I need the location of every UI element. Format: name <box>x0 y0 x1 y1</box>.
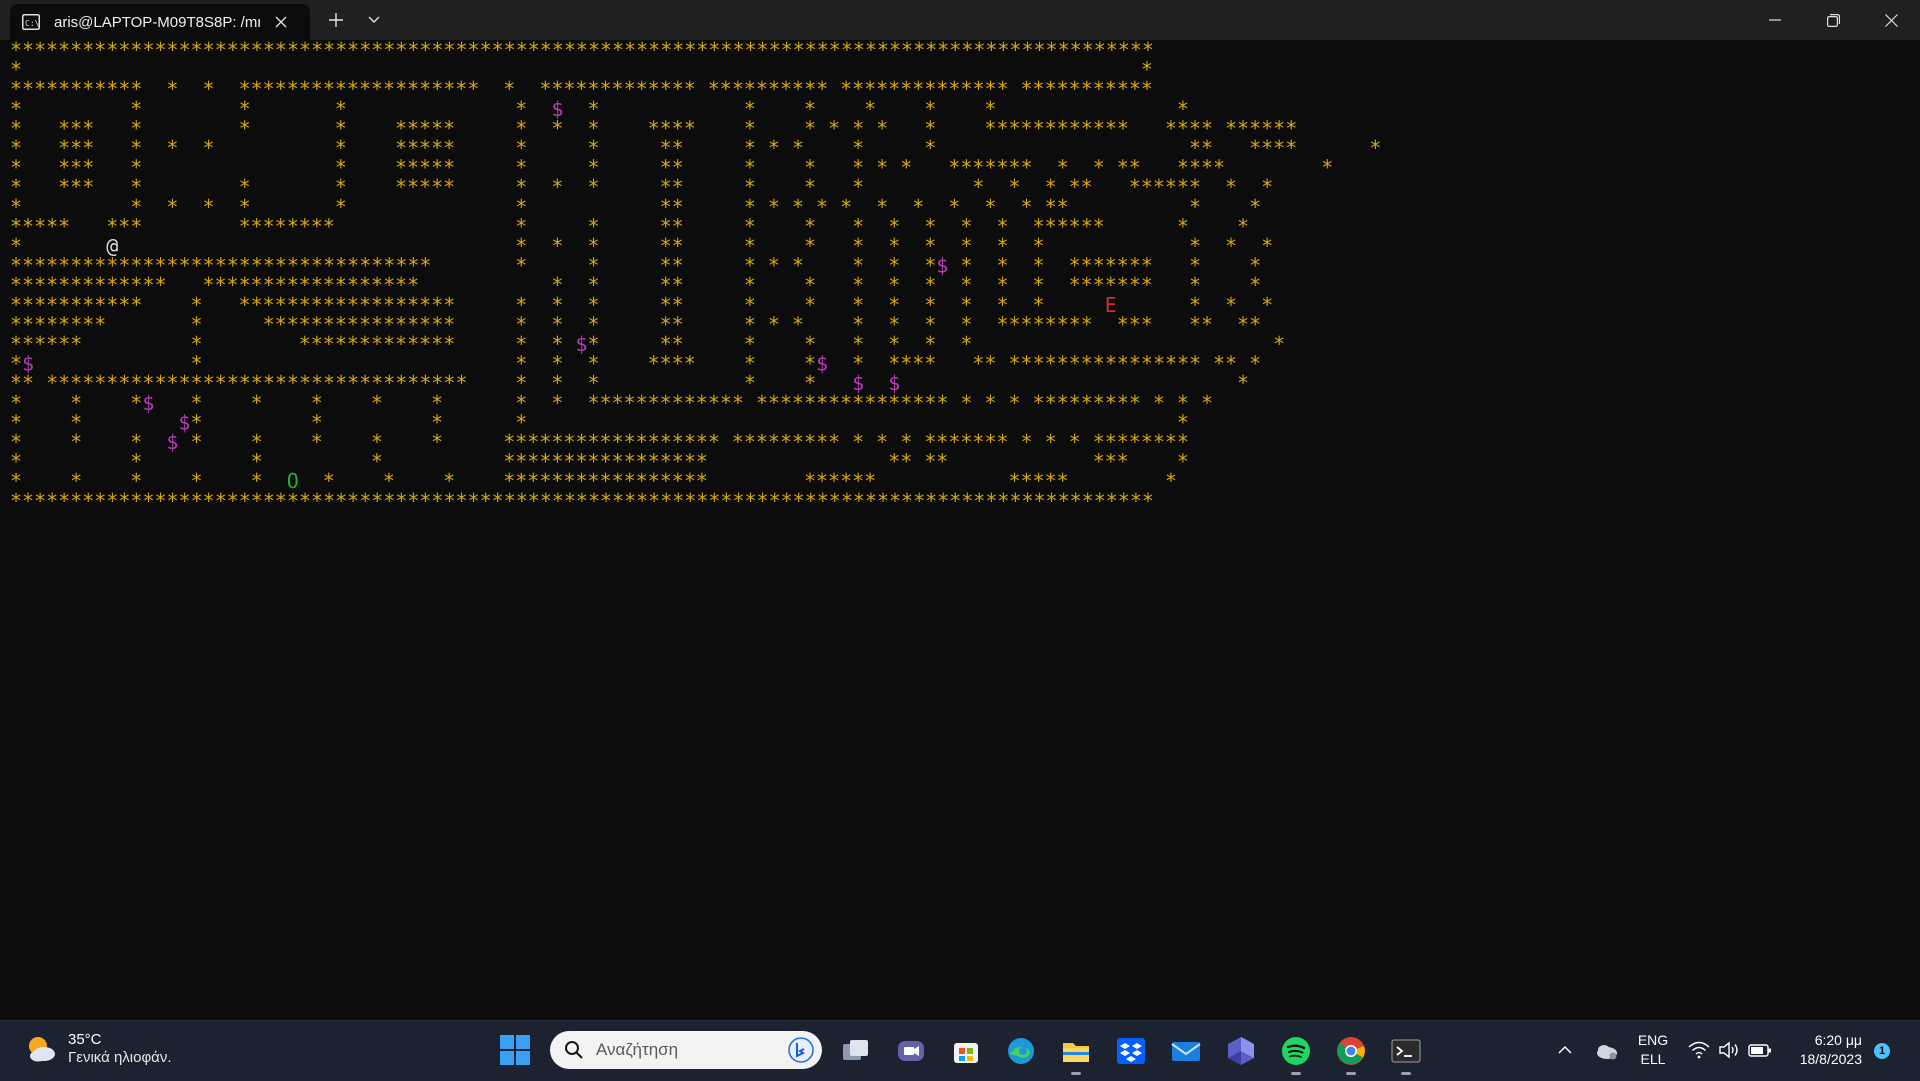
close-window-button[interactable] <box>1862 0 1920 40</box>
windows-start-icon[interactable] <box>500 1035 530 1065</box>
running-indicator <box>1401 1072 1411 1075</box>
notification-badge[interactable]: 1 <box>1874 1043 1890 1059</box>
onedrive-icon[interactable] <box>1594 1041 1620 1061</box>
running-indicator <box>1291 1072 1301 1075</box>
edge-browser-icon[interactable] <box>1003 1033 1039 1069</box>
search-icon <box>564 1040 584 1060</box>
terminal-line: ****************************************… <box>10 40 1154 62</box>
minimize-button[interactable] <box>1746 0 1804 40</box>
app-hexagon-icon[interactable] <box>1223 1033 1259 1069</box>
search-placeholder: Αναζήτηση <box>596 1040 679 1059</box>
language-secondary: ELL <box>1640 1051 1666 1067</box>
terminal-output[interactable]: ****************************************… <box>0 40 1920 1020</box>
chevron-down-icon[interactable] <box>360 8 388 32</box>
system-clock[interactable]: 6:20 μμ 18/8/2023 <box>1776 1031 1862 1069</box>
microsoft-store-icon[interactable] <box>948 1033 984 1069</box>
terminal-line: ***** *** ******** * * ** * * * * * * * ****** * * <box>10 214 1249 238</box>
terminal-app-icon[interactable] <box>1388 1033 1424 1075</box>
bing-chat-icon[interactable] <box>788 1037 814 1063</box>
terminal-line: ****************************************… <box>10 489 1154 513</box>
clock-date: 18/8/2023 <box>1799 1051 1862 1067</box>
restore-button[interactable] <box>1804 0 1862 40</box>
teams-chat-icon[interactable] <box>893 1033 929 1069</box>
terminal-tab[interactable]: C:\ aris@LAPTOP-M09T8S8P: /mr <box>10 4 310 40</box>
file-explorer-icon[interactable] <box>1058 1033 1094 1075</box>
language-primary: ENG <box>1637 1032 1669 1048</box>
task-view-icon[interactable] <box>838 1033 874 1069</box>
clock-time: 6:20 μμ <box>1814 1032 1862 1048</box>
terminal-icon: C:\ <box>22 14 40 30</box>
terminal-line: * *** * * * ***** * * * ** * * * * * * ** ****** * * <box>10 175 1273 199</box>
chrome-icon[interactable] <box>1333 1033 1369 1075</box>
language-indicator[interactable]: ENG ELL <box>1636 1031 1670 1069</box>
dropbox-icon[interactable] <box>1113 1033 1149 1069</box>
spotify-icon[interactable] <box>1278 1033 1314 1075</box>
volume-icon[interactable] <box>1718 1041 1740 1059</box>
mail-icon[interactable] <box>1168 1033 1204 1069</box>
chevron-up-icon[interactable] <box>1556 1043 1574 1057</box>
search-input[interactable]: Αναζήτηση <box>550 1031 822 1069</box>
taskbar: 35°C Γενικά ηλιοφάν. Αναζήτηση ENG ELL 6… <box>0 1020 1920 1081</box>
running-indicator <box>1071 1072 1081 1075</box>
svg-text:C:\: C:\ <box>25 19 40 28</box>
new-tab-button[interactable] <box>322 8 350 32</box>
battery-icon[interactable] <box>1748 1041 1772 1059</box>
maze-display: ****************************************… <box>10 40 1381 513</box>
running-indicator <box>1346 1072 1356 1075</box>
wifi-icon[interactable] <box>1688 1041 1710 1059</box>
tab-title: aris@LAPTOP-M09T8S8P: /mr <box>54 13 260 31</box>
title-bar: C:\ aris@LAPTOP-M09T8S8P: /mr <box>0 0 1920 40</box>
close-tab-icon[interactable] <box>270 11 292 33</box>
weather-description: Γενικά ηλιοφάν. <box>68 1049 172 1066</box>
weather-temperature: 35°C <box>68 1031 102 1048</box>
sun-behind-cloud-icon <box>24 1032 58 1066</box>
weather-widget[interactable]: 35°C Γενικά ηλιοφάν. <box>24 1031 172 1067</box>
terminal-line: ****************************************… <box>10 77 1153 101</box>
